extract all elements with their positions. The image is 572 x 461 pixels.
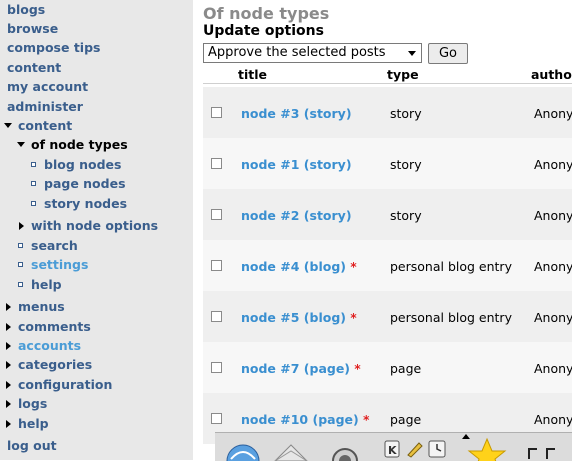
- nav-logs[interactable]: logs: [18, 396, 47, 411]
- new-marker: *: [363, 413, 370, 427]
- node-type: story: [390, 208, 422, 223]
- node-author[interactable]: Anony: [534, 310, 572, 325]
- bullet-icon: [31, 201, 36, 206]
- nav-content-help[interactable]: help: [31, 277, 62, 292]
- nav-with-node-options[interactable]: with node options: [31, 218, 158, 233]
- nav-blog-nodes[interactable]: blog nodes: [44, 157, 121, 172]
- column-header-type[interactable]: type: [387, 67, 419, 82]
- table-row: node #7 (page) * page Anony: [203, 342, 572, 393]
- node-title-link[interactable]: node #1 (story): [241, 157, 352, 172]
- collapsed-arrow-icon: [6, 381, 11, 389]
- node-type: personal blog entry: [390, 310, 512, 325]
- nav-configuration[interactable]: configuration: [18, 377, 112, 392]
- bullet-icon: [31, 162, 36, 167]
- table-row: node #2 (story) story Anony: [203, 189, 572, 240]
- nav-search[interactable]: search: [31, 238, 78, 253]
- new-marker: *: [354, 362, 361, 376]
- nav-browse[interactable]: browse: [7, 21, 58, 36]
- nav-blogs[interactable]: blogs: [7, 2, 45, 17]
- collapsed-arrow-icon: [6, 342, 11, 350]
- nav-log-out[interactable]: log out: [7, 438, 57, 453]
- bullet-icon: [18, 262, 23, 267]
- bullet-icon: [18, 243, 23, 248]
- k-menu-icon[interactable]: K: [383, 439, 401, 459]
- table-row: node #1 (story) story Anony: [203, 138, 572, 189]
- row-checkbox[interactable]: [211, 107, 222, 118]
- collapsed-arrow-icon: [6, 303, 11, 311]
- node-author[interactable]: Anony: [534, 208, 572, 223]
- desktop-taskbar: K: [215, 432, 572, 461]
- clock-icon[interactable]: [427, 439, 447, 459]
- star-icon[interactable]: [465, 437, 509, 461]
- node-author[interactable]: Anony: [534, 106, 572, 121]
- nav-story-nodes[interactable]: story nodes: [44, 196, 127, 211]
- node-title-link[interactable]: node #7 (page) *: [241, 361, 361, 376]
- row-checkbox[interactable]: [211, 311, 222, 322]
- node-title-link[interactable]: node #2 (story): [241, 208, 352, 223]
- bullet-icon: [18, 282, 23, 287]
- collapsed-arrow-icon: [6, 323, 11, 331]
- node-type: personal blog entry: [390, 259, 512, 274]
- header-divider: [203, 83, 572, 84]
- row-checkbox[interactable]: [211, 158, 222, 169]
- operation-select-value: Approve the selected posts: [208, 45, 386, 60]
- update-options-heading: Update options: [203, 23, 324, 39]
- node-author[interactable]: Anony: [534, 412, 572, 427]
- mail-icon[interactable]: [273, 443, 309, 461]
- node-type: story: [390, 106, 422, 121]
- node-title-link[interactable]: node #5 (blog) *: [241, 310, 357, 325]
- nav-comments[interactable]: comments: [18, 319, 91, 334]
- nav-categories[interactable]: categories: [18, 357, 92, 372]
- pen-icon[interactable]: [405, 439, 425, 459]
- main-content: Of node types Update options Approve the…: [193, 0, 572, 460]
- expanded-arrow-icon: [4, 123, 12, 128]
- nav-admin-content[interactable]: content: [18, 118, 72, 133]
- window-controls-icon[interactable]: [525, 445, 565, 461]
- node-author[interactable]: Anony: [534, 361, 572, 376]
- chevron-down-icon: [408, 51, 416, 56]
- row-checkbox[interactable]: [211, 362, 222, 373]
- column-header-author[interactable]: author: [531, 67, 572, 82]
- nav-menus[interactable]: menus: [18, 299, 65, 314]
- nav-accounts[interactable]: accounts: [18, 338, 81, 353]
- node-type: page: [390, 361, 422, 376]
- nav-settings[interactable]: settings: [31, 257, 88, 272]
- row-checkbox[interactable]: [211, 209, 222, 220]
- collapsed-arrow-icon: [6, 420, 11, 428]
- table-row: node #5 (blog) * personal blog entry Ano…: [203, 291, 572, 342]
- node-type: page: [390, 412, 422, 427]
- expanded-arrow-icon: [17, 142, 25, 147]
- browser-icon[interactable]: [223, 439, 263, 461]
- nav-of-node-types[interactable]: of node types: [31, 137, 128, 152]
- column-header-title[interactable]: title: [238, 67, 267, 82]
- collapsed-arrow-icon: [6, 400, 11, 408]
- page-title: Of node types: [203, 4, 330, 23]
- svg-text:K: K: [388, 444, 397, 457]
- collapsed-arrow-icon: [19, 222, 24, 230]
- new-marker: *: [350, 260, 357, 274]
- bullet-icon: [31, 181, 36, 186]
- nav-content[interactable]: content: [7, 60, 61, 75]
- row-checkbox[interactable]: [211, 413, 222, 424]
- sidebar-navigation: blogs browse compose tips content my acc…: [0, 0, 193, 460]
- nav-page-nodes[interactable]: page nodes: [44, 176, 126, 191]
- node-author[interactable]: Anony: [534, 157, 572, 172]
- new-marker: *: [350, 311, 357, 325]
- table-row: node #3 (story) story Anony: [203, 87, 572, 138]
- nav-administer[interactable]: administer: [7, 99, 83, 114]
- node-title-link[interactable]: node #3 (story): [241, 106, 352, 121]
- table-row: node #4 (blog) * personal blog entry Ano…: [203, 240, 572, 291]
- nav-my-account[interactable]: my account: [7, 79, 88, 94]
- collapsed-arrow-icon: [6, 361, 11, 369]
- node-title-link[interactable]: node #10 (page) *: [241, 412, 369, 427]
- node-title-link[interactable]: node #4 (blog) *: [241, 259, 357, 274]
- nav-help[interactable]: help: [18, 416, 49, 431]
- node-author[interactable]: Anony: [534, 259, 572, 274]
- nav-compose-tips[interactable]: compose tips: [7, 40, 100, 55]
- row-checkbox[interactable]: [211, 260, 222, 271]
- node-type: story: [390, 157, 422, 172]
- sound-icon[interactable]: [329, 443, 361, 461]
- operation-select[interactable]: Approve the selected posts: [203, 43, 422, 63]
- go-button[interactable]: Go: [428, 43, 468, 64]
